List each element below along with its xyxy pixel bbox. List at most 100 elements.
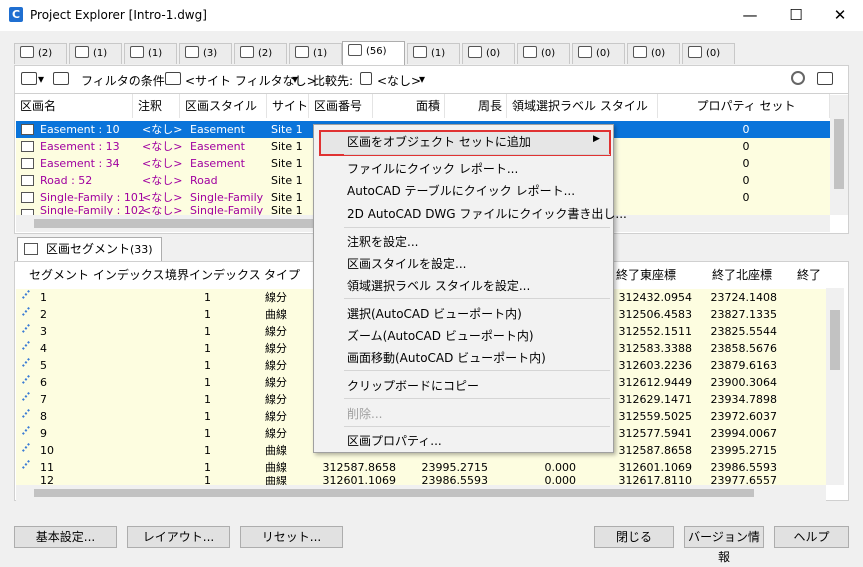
sample-line-icon [523, 46, 537, 58]
parcel-filter-icon[interactable] [53, 72, 69, 85]
col-header[interactable]: サイト [267, 94, 309, 118]
menu-separator [344, 154, 610, 155]
menu-quick-export-dwg[interactable]: 2D AutoCAD DWG ファイルにクイック書き出し... [347, 205, 627, 222]
segment-icon [21, 357, 37, 373]
view-options-icon[interactable] [817, 72, 833, 85]
col-header[interactable]: 終了北座標 [712, 262, 772, 288]
close-window-button[interactable]: ✕ [817, 0, 863, 31]
submenu-arrow-icon: ▶ [593, 134, 600, 144]
segment-icon [21, 374, 37, 390]
tab-sites[interactable]: (2) [234, 43, 287, 64]
menu-set-annotation[interactable]: 注釈を設定... [347, 233, 418, 250]
segment-icon [21, 340, 37, 356]
layout-button[interactable]: レイアウト... [127, 526, 230, 548]
help-button[interactable]: ヘルプ [774, 526, 849, 548]
title-bar: C Project Explorer [Intro-1.dwg] — ☐ ✕ [0, 0, 863, 31]
point-group-icon [75, 46, 89, 58]
menu-zoom[interactable]: ズーム(AutoCAD ビューポート内) [347, 327, 534, 344]
menu-add-to-object-set[interactable]: 区画をオブジェクト セットに追加 [347, 133, 531, 150]
tab-parcel-segments[interactable]: 区画セグメント(33) [17, 237, 162, 261]
tab-point-groups[interactable]: (1) [69, 43, 122, 64]
menu-copy-clipboard[interactable]: クリップボードにコピー [347, 377, 479, 394]
menu-set-parcel-style[interactable]: 区画スタイルを設定... [347, 255, 466, 272]
col-header[interactable]: 面積 [373, 94, 445, 118]
segment-icon [21, 289, 37, 305]
tab-pressure-networks[interactable]: (0) [627, 43, 680, 64]
col-header[interactable]: セグメント インデックス [29, 262, 164, 288]
menu-select[interactable]: 選択(AutoCAD ビューポート内) [347, 305, 522, 322]
segment-icon [21, 391, 37, 407]
surface-icon [130, 46, 144, 58]
col-header[interactable]: 領域選択ラベル スタイル [507, 94, 658, 118]
minimize-button[interactable]: — [727, 0, 773, 31]
segment-icon [21, 442, 37, 458]
menu-pan[interactable]: 画面移動(AutoCAD ビューポート内) [347, 349, 546, 366]
compare-icon [360, 72, 372, 85]
filter-label: フィルタの条件: [81, 74, 169, 88]
col-header[interactable]: 終了 [797, 262, 821, 288]
site-icon [240, 46, 254, 58]
segment-icon [21, 306, 37, 322]
vertical-scrollbar[interactable] [826, 288, 844, 485]
horizontal-scrollbar[interactable] [16, 485, 826, 501]
profile-icon [295, 46, 309, 58]
tab-sample-lines[interactable]: (0) [517, 43, 570, 64]
filter-toolbar: ▾ フィルタの条件: <サイト フィルタなし> ▾ 比較先: <なし> ▾ [14, 65, 849, 93]
scrollbar-thumb[interactable] [830, 310, 840, 370]
settings-button[interactable]: 基本設定... [14, 526, 117, 548]
vertical-scrollbar[interactable] [830, 95, 848, 215]
tab-pipe-networks[interactable]: (0) [572, 43, 625, 64]
col-header[interactable]: 境界インデックス [165, 262, 261, 288]
parcel-icon [21, 175, 34, 186]
app-icon: C [9, 7, 23, 22]
parcel-segment-icon [24, 243, 38, 255]
menu-set-area-label-style[interactable]: 領域選択ラベル スタイルを設定... [347, 277, 530, 294]
tab-parcels[interactable]: (56) [342, 41, 405, 65]
pipe-network-icon [578, 46, 592, 58]
col-header[interactable]: プロパティ セット [658, 94, 830, 118]
menu-separator [344, 370, 610, 371]
scrollbar-thumb[interactable] [834, 119, 844, 189]
scrollbar-thumb[interactable] [34, 489, 754, 497]
tab-surfaces[interactable]: (1) [124, 43, 177, 64]
col-header[interactable]: 区画番号 [309, 94, 373, 118]
menu-parcel-properties[interactable]: 区画プロパティ... [347, 432, 442, 449]
alignment-icon [185, 46, 199, 58]
tab-grading[interactable]: (0) [682, 43, 735, 64]
pressure-network-icon [633, 46, 647, 58]
table-row[interactable]: 11 1 曲線 312587.8658 23995.2715 0.000 312601.10… [16, 459, 827, 476]
parcel-icon [348, 44, 362, 56]
close-button[interactable]: 閉じる [594, 526, 674, 548]
col-header[interactable]: タイプ [264, 262, 300, 288]
point-icon [20, 46, 34, 58]
window-title: Project Explorer [Intro-1.dwg] [30, 8, 207, 22]
tab-alignments[interactable]: (3) [179, 43, 232, 64]
col-header[interactable]: 区画名 [15, 94, 133, 118]
new-object-icon[interactable] [21, 72, 37, 85]
dropdown-arrow-icon[interactable]: ▾ [419, 72, 425, 86]
table-row[interactable]: 12 1 曲線 312601.1069 23986.5593 0.000 312617.81… [16, 476, 827, 485]
menu-separator [344, 398, 610, 399]
dropdown-arrow-icon[interactable]: ▾ [38, 72, 44, 86]
object-type-tabs: (2) (1) (1) (3) (2) (1) (56) (1) (0) (0)… [14, 41, 849, 65]
tab-assemblies[interactable]: (0) [462, 43, 515, 64]
segment-icon [21, 408, 37, 424]
reset-button[interactable]: リセット... [240, 526, 343, 548]
segment-icon [21, 425, 37, 441]
dropdown-arrow-icon[interactable]: ▾ [292, 72, 298, 86]
version-info-button[interactable]: バージョン情報 [684, 526, 764, 564]
segment-icon [21, 459, 37, 475]
menu-quick-report-file[interactable]: ファイルにクイック レポート... [347, 160, 518, 177]
col-header[interactable]: 注釈 [133, 94, 180, 118]
search-icon[interactable] [791, 71, 805, 85]
tab-corridors[interactable]: (1) [407, 43, 460, 64]
corridor-icon [413, 46, 427, 58]
maximize-button[interactable]: ☐ [773, 0, 819, 31]
compare-select[interactable]: <なし> [377, 72, 421, 89]
col-header[interactable]: 終了東座標 [616, 262, 676, 288]
col-header[interactable]: 周長 [445, 94, 507, 118]
tab-points[interactable]: (2) [14, 43, 67, 64]
menu-quick-report-table[interactable]: AutoCAD テーブルにクイック レポート... [347, 182, 575, 199]
col-header[interactable]: 区画スタイル [180, 94, 267, 118]
tab-profiles[interactable]: (1) [289, 43, 342, 64]
